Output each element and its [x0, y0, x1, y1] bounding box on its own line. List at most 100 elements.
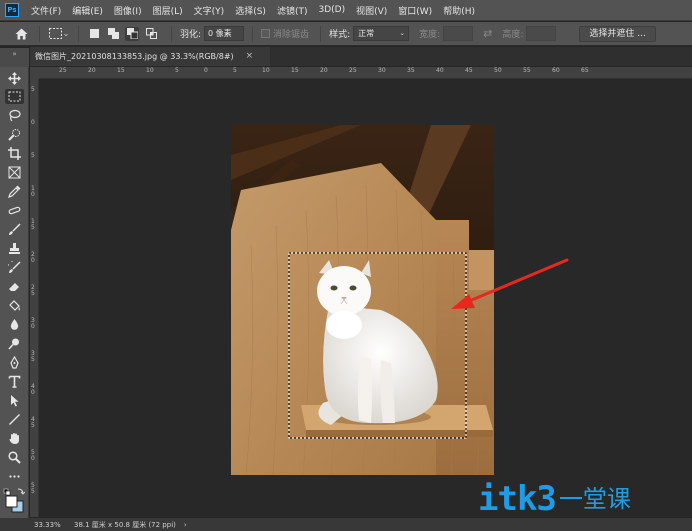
- menu-3d[interactable]: 3D(D): [318, 5, 345, 15]
- panel-collapse-icon[interactable]: »: [0, 48, 29, 67]
- height-input[interactable]: [526, 26, 557, 41]
- history-brush-tool[interactable]: [5, 260, 24, 275]
- ruler-tick-label: 25: [349, 67, 357, 74]
- zoom-level[interactable]: 33.33%: [34, 521, 70, 529]
- tool-preset-picker[interactable]: ⌄: [48, 27, 70, 41]
- status-menu-icon[interactable]: ›: [184, 521, 187, 529]
- menu-select[interactable]: 选择(S): [235, 4, 266, 17]
- ruler-tick-label: 10: [31, 185, 35, 198]
- frame-tool[interactable]: [5, 165, 24, 180]
- hand-icon: [9, 433, 19, 444]
- eraser-tool[interactable]: [5, 279, 24, 294]
- quick-select-tool[interactable]: [5, 127, 24, 142]
- document-tab[interactable]: 微信图片_20210308133853.jpg @ 33.3%(RGB/8#) …: [30, 47, 270, 66]
- divider: [171, 25, 172, 42]
- menu-filter[interactable]: 滤镜(T): [277, 4, 308, 17]
- menu-edit[interactable]: 编辑(E): [72, 4, 103, 17]
- watermark-logo: itk3: [478, 479, 557, 519]
- style-select-value: 正常: [358, 29, 375, 38]
- paint-bucket-tool[interactable]: [5, 298, 24, 313]
- divider: [252, 25, 254, 42]
- new-selection-button[interactable]: [87, 27, 101, 41]
- crop-tool[interactable]: [5, 146, 24, 161]
- foreground-color-swatch[interactable]: [5, 495, 18, 508]
- width-label: 宽度:: [419, 30, 441, 40]
- close-icon[interactable]: ×: [246, 51, 254, 61]
- chevron-down-icon: ⌄: [399, 29, 406, 37]
- ruler-corner[interactable]: [30, 67, 39, 79]
- divider: [39, 25, 40, 42]
- default-colors-icon[interactable]: [3, 488, 11, 496]
- blur-tool[interactable]: [5, 317, 24, 332]
- canvas-area[interactable]: [39, 80, 692, 517]
- color-swatches[interactable]: [3, 488, 25, 514]
- watermark: itk3 一堂课: [478, 482, 631, 516]
- divider: [320, 25, 322, 42]
- ruler-tick-label: 35: [407, 67, 415, 74]
- home-button[interactable]: [11, 24, 31, 44]
- eraser-icon: [9, 283, 19, 291]
- brush-tool[interactable]: [5, 222, 24, 237]
- healing-icon: [8, 206, 21, 215]
- style-select[interactable]: 正常 ⌄: [353, 26, 410, 41]
- line-tool[interactable]: [5, 412, 24, 427]
- pen-tool[interactable]: [5, 355, 24, 370]
- swap-colors-icon[interactable]: [17, 488, 25, 495]
- pen-icon: [10, 356, 19, 369]
- horizontal-ruler[interactable]: 25 20 15 10 5 0 5 10 15 20 25 30 35 40 45 50 55 60 65: [39, 67, 692, 79]
- menu-image[interactable]: 图像(I): [114, 4, 142, 17]
- ruler-tick-label: 20: [88, 67, 96, 74]
- ruler-tick-label: 65: [581, 67, 589, 74]
- style-label: 样式:: [329, 30, 351, 40]
- menu-window[interactable]: 窗口(W): [398, 4, 432, 17]
- add-selection-icon: [107, 28, 119, 39]
- subtract-selection-button[interactable]: [125, 26, 139, 41]
- ruler-tick-label: 0: [204, 67, 208, 74]
- ruler-tick-label: 5: [31, 152, 35, 159]
- dodge-icon: [8, 338, 19, 350]
- new-selection-icon: [89, 29, 99, 38]
- antialias-checkbox[interactable]: [261, 29, 271, 38]
- intersect-selection-icon: [145, 28, 157, 39]
- healing-tool[interactable]: [5, 203, 24, 218]
- width-input[interactable]: [443, 26, 474, 41]
- ruler-tick-label: 5: [233, 67, 237, 74]
- stamp-tool[interactable]: [5, 241, 24, 256]
- menu-type[interactable]: 文字(Y): [194, 4, 225, 17]
- ruler-tick-label: 60: [552, 67, 560, 74]
- move-tool[interactable]: [5, 71, 24, 86]
- marquee-tool[interactable]: [5, 89, 24, 104]
- ruler-tick-label: 15: [31, 218, 35, 231]
- feather-input[interactable]: 0 像素: [204, 26, 245, 41]
- type-tool[interactable]: [5, 374, 24, 389]
- paint-bucket-icon: [9, 300, 20, 311]
- zoom-tool[interactable]: [5, 450, 24, 465]
- options-bar: ⌄ 羽化: 0 像素 消除锯齿 样式: 正常 ⌄ 宽度: ⇄ 高度: 选择并遮住…: [0, 22, 692, 46]
- hand-tool[interactable]: [5, 431, 24, 446]
- add-selection-button[interactable]: [106, 27, 120, 41]
- ruler-tick-label: 20: [320, 67, 328, 74]
- ruler-tick-label: 40: [436, 67, 444, 74]
- path-select-tool[interactable]: [5, 393, 24, 408]
- lasso-icon: [9, 109, 21, 122]
- history-brush-icon: [8, 261, 21, 273]
- lasso-tool[interactable]: [5, 108, 24, 123]
- ruler-tick-label: 15: [117, 67, 125, 74]
- menu-view[interactable]: 视图(V): [356, 4, 387, 17]
- ruler-tick-label: 20: [31, 251, 35, 264]
- ruler-tick-label: 25: [59, 67, 67, 74]
- feather-label: 羽化:: [180, 30, 202, 40]
- vertical-ruler[interactable]: 5 0 5 10 15 20 25 30 35 40 45 50 55: [30, 79, 39, 517]
- swap-dimensions-icon[interactable]: ⇄: [483, 27, 492, 40]
- select-and-mask-button[interactable]: 选择并遮住 ...: [579, 25, 656, 42]
- subtract-selection-icon: [126, 28, 138, 39]
- more-tools-button[interactable]: [5, 469, 24, 484]
- intersect-selection-button[interactable]: [144, 27, 158, 41]
- menu-file[interactable]: 文件(F): [31, 4, 61, 17]
- ruler-tick-label: 15: [291, 67, 299, 74]
- menu-layer[interactable]: 图层(L): [153, 4, 183, 17]
- dodge-tool[interactable]: [5, 336, 24, 351]
- menu-help[interactable]: 帮助(H): [443, 4, 475, 17]
- photoshop-window: Ps 文件(F) 编辑(E) 图像(I) 图层(L) 文字(Y) 选择(S) 滤…: [0, 0, 692, 531]
- eyedropper-tool[interactable]: [5, 184, 24, 199]
